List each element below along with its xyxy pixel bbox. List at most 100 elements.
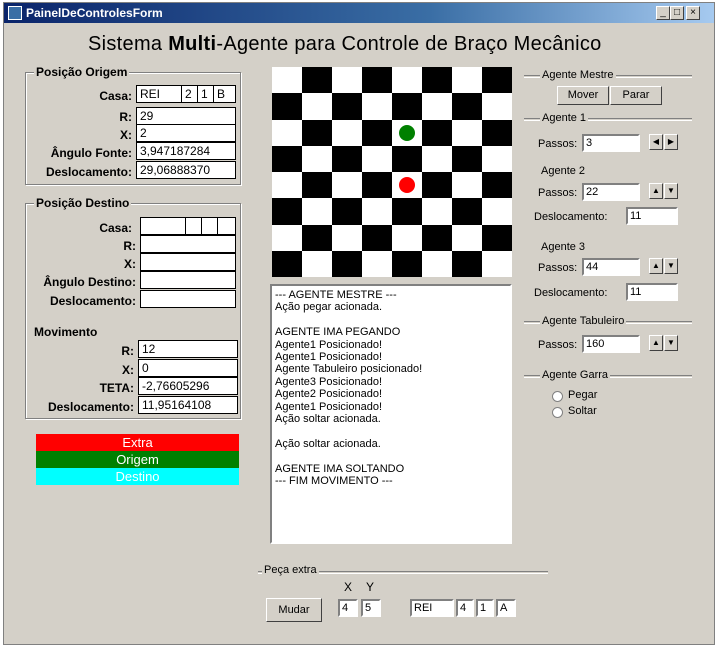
board-square[interactable] xyxy=(482,119,512,146)
board-square[interactable] xyxy=(302,198,332,225)
close-icon[interactable]: × xyxy=(686,6,700,20)
board-square[interactable] xyxy=(332,224,362,251)
title-bar[interactable]: PainelDeControlesForm _ □ × xyxy=(4,3,714,23)
board-square[interactable] xyxy=(422,224,452,251)
pegar-radio[interactable] xyxy=(552,391,563,402)
agente2-up-icon[interactable]: ▲ xyxy=(649,183,663,199)
board-square[interactable] xyxy=(272,93,302,120)
board-square[interactable] xyxy=(302,224,332,251)
board-square[interactable] xyxy=(422,93,452,120)
board-square[interactable] xyxy=(392,93,422,120)
board-square[interactable] xyxy=(362,145,392,172)
minimize-icon[interactable]: _ xyxy=(656,6,670,20)
board-square[interactable] xyxy=(362,250,392,277)
soltar-radio[interactable] xyxy=(552,407,563,418)
board-square[interactable] xyxy=(452,198,482,225)
board-square[interactable] xyxy=(422,250,452,277)
board-square[interactable] xyxy=(362,198,392,225)
board-square[interactable] xyxy=(272,119,302,146)
board-square[interactable] xyxy=(452,224,482,251)
board-square[interactable] xyxy=(302,172,332,199)
board-square[interactable] xyxy=(482,224,512,251)
board-square[interactable] xyxy=(392,224,422,251)
board-square[interactable] xyxy=(332,172,362,199)
board-square[interactable] xyxy=(332,93,362,120)
board-square[interactable] xyxy=(302,119,332,146)
agente3-desloc-input[interactable]: 11 xyxy=(626,283,678,301)
agente1-passos-input[interactable]: 3 xyxy=(582,134,640,152)
tabuleiro-up-icon[interactable]: ▲ xyxy=(649,335,663,351)
board-square[interactable] xyxy=(482,172,512,199)
board-square[interactable] xyxy=(332,250,362,277)
board-square[interactable] xyxy=(482,198,512,225)
board-square[interactable] xyxy=(332,145,362,172)
board-square[interactable] xyxy=(482,250,512,277)
board-square[interactable] xyxy=(362,119,392,146)
board-square[interactable] xyxy=(422,172,452,199)
agente2-down-icon[interactable]: ▼ xyxy=(664,183,678,199)
board-square[interactable] xyxy=(392,145,422,172)
board-square[interactable] xyxy=(482,93,512,120)
board-square[interactable] xyxy=(422,119,452,146)
agente3-down-icon[interactable]: ▼ xyxy=(664,258,678,274)
log-line: Ação soltar acionada. xyxy=(275,437,381,450)
origem-group-label: Posição Origem xyxy=(34,65,130,79)
agente1-left-icon[interactable]: ◀ xyxy=(649,134,663,150)
board-square[interactable] xyxy=(272,250,302,277)
board-square[interactable] xyxy=(332,198,362,225)
tabuleiro-passos-input[interactable]: 160 xyxy=(582,335,640,353)
board-square[interactable] xyxy=(302,67,332,94)
agente2-passos-input[interactable]: 22 xyxy=(582,183,640,201)
parar-button[interactable]: Parar xyxy=(610,86,662,105)
board-square[interactable] xyxy=(392,250,422,277)
peca-y-input[interactable]: 5 xyxy=(361,599,381,617)
agente2-desloc-input[interactable]: 11 xyxy=(626,207,678,225)
message-log[interactable]: --- AGENTE MESTRE --- Ação pegar acionada… xyxy=(270,284,512,544)
board-square[interactable] xyxy=(392,67,422,94)
board-square[interactable] xyxy=(302,93,332,120)
board-square[interactable] xyxy=(362,172,392,199)
peca-x-input[interactable]: 4 xyxy=(338,599,358,617)
board-square[interactable] xyxy=(422,67,452,94)
movimento-label: Movimento xyxy=(34,325,98,339)
board-square[interactable] xyxy=(452,67,482,94)
board-square[interactable] xyxy=(302,250,332,277)
maximize-icon[interactable]: □ xyxy=(670,6,684,20)
chess-board[interactable] xyxy=(272,67,512,277)
agente3-up-icon[interactable]: ▲ xyxy=(649,258,663,274)
board-square[interactable] xyxy=(332,67,362,94)
board-square[interactable] xyxy=(272,224,302,251)
board-square[interactable] xyxy=(272,198,302,225)
agente1-right-icon[interactable]: ▶ xyxy=(664,134,678,150)
peca-casa-col[interactable]: 4 xyxy=(456,599,474,617)
board-square[interactable] xyxy=(332,119,362,146)
peca-casa-row[interactable]: 1 xyxy=(476,599,494,617)
board-square[interactable] xyxy=(362,224,392,251)
board-square[interactable] xyxy=(362,93,392,120)
mover-button[interactable]: Mover xyxy=(557,86,609,105)
board-square[interactable] xyxy=(362,67,392,94)
board-square[interactable] xyxy=(272,145,302,172)
board-square[interactable] xyxy=(452,145,482,172)
board-square[interactable] xyxy=(272,172,302,199)
board-square[interactable] xyxy=(422,198,452,225)
board-square[interactable] xyxy=(302,145,332,172)
log-line: --- FIM MOVIMENTO --- xyxy=(275,475,393,488)
board-square[interactable] xyxy=(272,67,302,94)
board-square[interactable] xyxy=(452,250,482,277)
peca-casa-piece[interactable]: REI xyxy=(410,599,454,617)
board-square[interactable] xyxy=(452,93,482,120)
green-piece[interactable] xyxy=(399,124,415,141)
mudar-button[interactable]: Mudar xyxy=(266,598,322,622)
board-square[interactable] xyxy=(452,172,482,199)
board-square[interactable] xyxy=(482,145,512,172)
red-piece[interactable] xyxy=(399,177,415,194)
board-square[interactable] xyxy=(422,145,452,172)
peca-casa-sub[interactable]: A xyxy=(496,599,516,617)
tabuleiro-down-icon[interactable]: ▼ xyxy=(664,335,678,351)
board-square[interactable] xyxy=(482,67,512,94)
agente3-passos-input[interactable]: 44 xyxy=(582,258,640,276)
board-square[interactable] xyxy=(392,198,422,225)
board-square[interactable] xyxy=(452,119,482,146)
